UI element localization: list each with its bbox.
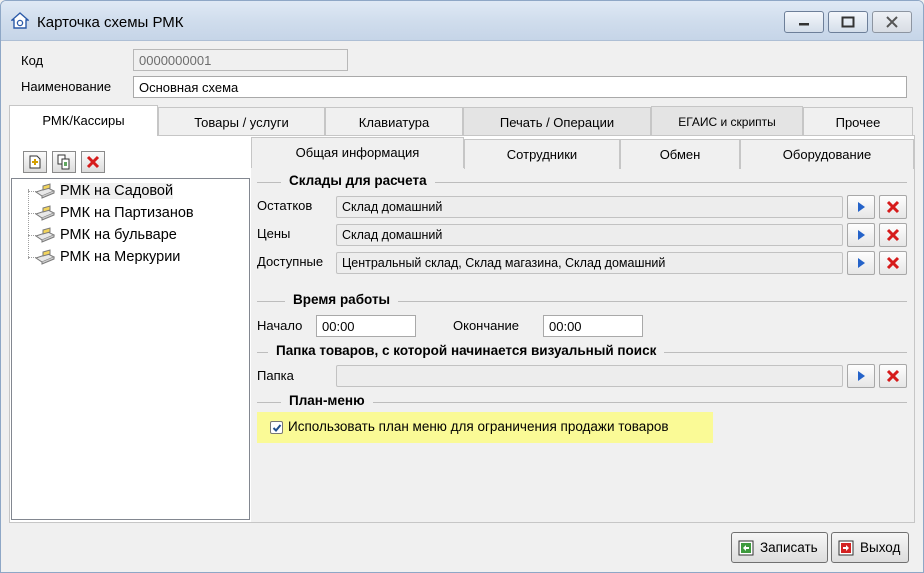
- clear-icon: [886, 369, 900, 383]
- tab-egais-scripts[interactable]: ЕГАИС и скрипты: [651, 106, 803, 136]
- subtab-employees[interactable]: Сотрудники: [464, 139, 620, 169]
- tree-item[interactable]: РМК на Партизанов: [34, 203, 194, 223]
- end-time-label: Окончание: [453, 318, 520, 333]
- title-bar[interactable]: Карточка схемы РМК: [1, 1, 923, 41]
- code-label: Код: [21, 53, 44, 68]
- folder-clear-button[interactable]: [879, 364, 907, 388]
- stock-warehouse-label: Остатков: [257, 198, 313, 213]
- clear-icon: [886, 256, 900, 270]
- tab-print-operations[interactable]: Печать / Операции: [463, 107, 651, 137]
- folder-label: Папка: [257, 368, 294, 383]
- exit-button-label: Выход: [860, 540, 901, 555]
- price-warehouse-select-button[interactable]: [847, 223, 875, 247]
- exit-icon: [838, 540, 854, 555]
- delete-icon: [86, 155, 100, 169]
- folder-group-title: Папка товаров, с которой начинается визу…: [268, 343, 665, 358]
- close-button[interactable]: [872, 11, 912, 33]
- app-house-icon: [11, 12, 29, 29]
- minimize-icon: [799, 23, 809, 26]
- cash-register-icon: [34, 183, 56, 199]
- select-arrow-icon: [858, 371, 865, 381]
- name-field[interactable]: Основная схема: [133, 76, 907, 98]
- copy-rmk-button[interactable]: [52, 151, 76, 173]
- folder-field[interactable]: [336, 365, 843, 387]
- subtab-exchange[interactable]: Обмен: [620, 139, 740, 169]
- plan-menu-group-title: План-меню: [281, 393, 373, 408]
- worktime-group-title: Время работы: [285, 292, 399, 307]
- cash-register-icon: [34, 205, 56, 221]
- tree-item[interactable]: РМК на Меркурии: [34, 247, 180, 267]
- save-button-label: Записать: [760, 540, 818, 555]
- select-arrow-icon: [858, 258, 865, 268]
- price-warehouse-label: Цены: [257, 226, 291, 241]
- save-button[interactable]: Записать: [731, 532, 828, 563]
- stock-warehouse-field[interactable]: Склад домашний: [336, 196, 843, 218]
- available-warehouses-label: Доступные: [257, 254, 324, 269]
- tree-item-label: РМК на Меркурии: [60, 249, 181, 265]
- tree-item[interactable]: РМК на бульваре: [34, 225, 177, 245]
- available-warehouses-clear-button[interactable]: [879, 251, 907, 275]
- price-warehouse-field[interactable]: Склад домашний: [336, 224, 843, 246]
- start-time-label: Начало: [257, 318, 303, 333]
- window-title: Карточка схемы РМК: [37, 14, 184, 31]
- folder-select-button[interactable]: [847, 364, 875, 388]
- close-icon: [886, 16, 898, 28]
- rmk-tree[interactable]: РМК на Садовой РМК на Партизанов РМК на …: [11, 178, 250, 520]
- add-icon: [29, 155, 41, 169]
- cash-register-icon: [34, 249, 56, 265]
- stock-warehouse-clear-button[interactable]: [879, 195, 907, 219]
- stock-warehouse-select-button[interactable]: [847, 195, 875, 219]
- subtab-general-info[interactable]: Общая информация: [251, 137, 464, 168]
- name-label: Наименование: [21, 79, 112, 94]
- tab-other[interactable]: Прочее: [803, 107, 913, 137]
- dialog-window: Карточка схемы РМК Код 0000000001 Наимен…: [0, 0, 924, 573]
- tab-goods-services[interactable]: Товары / услуги: [158, 107, 325, 137]
- available-warehouses-field[interactable]: Центральный склад, Склад магазина, Склад…: [336, 252, 843, 274]
- plan-menu-checkbox-label[interactable]: Использовать план меню для ограничения п…: [288, 419, 669, 434]
- plan-menu-checkbox[interactable]: [270, 421, 283, 434]
- save-icon: [738, 540, 754, 555]
- tree-item-label: РМК на Садовой: [60, 183, 174, 199]
- tab-keyboard[interactable]: Клавиатура: [325, 107, 463, 137]
- cash-register-icon: [34, 227, 56, 243]
- tree-item-label: РМК на Партизанов: [60, 205, 194, 221]
- checkmark-icon: [272, 423, 281, 432]
- tree-item[interactable]: РМК на Садовой: [34, 181, 174, 201]
- warehouses-group-title: Склады для расчета: [281, 173, 435, 188]
- exit-button[interactable]: Выход: [831, 532, 909, 563]
- available-warehouses-select-button[interactable]: [847, 251, 875, 275]
- add-rmk-button[interactable]: [23, 151, 47, 173]
- tab-rmk-cashiers[interactable]: РМК/Кассиры: [9, 105, 158, 136]
- clear-icon: [886, 200, 900, 214]
- maximize-button[interactable]: [828, 11, 868, 33]
- end-time-field[interactable]: 00:00: [543, 315, 643, 337]
- minimize-button[interactable]: [784, 11, 824, 33]
- price-warehouse-clear-button[interactable]: [879, 223, 907, 247]
- maximize-icon: [841, 16, 855, 28]
- tree-item-label: РМК на бульваре: [60, 227, 177, 243]
- copy-icon: [57, 154, 70, 170]
- delete-rmk-button[interactable]: [81, 151, 105, 173]
- select-arrow-icon: [858, 230, 865, 240]
- select-arrow-icon: [858, 202, 865, 212]
- code-field[interactable]: 0000000001: [133, 49, 348, 71]
- start-time-field[interactable]: 00:00: [316, 315, 416, 337]
- clear-icon: [886, 228, 900, 242]
- subtab-equipment[interactable]: Оборудование: [740, 139, 914, 169]
